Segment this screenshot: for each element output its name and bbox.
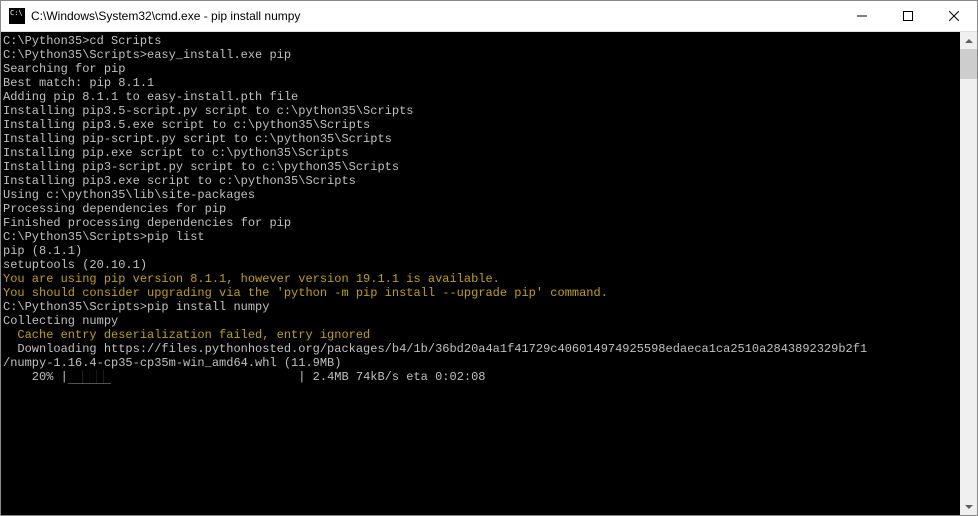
scroll-down-button[interactable] bbox=[960, 498, 977, 515]
scrollbar-track[interactable] bbox=[960, 49, 977, 498]
output-line: C:\Python35>cd Scripts bbox=[3, 34, 960, 48]
cmd-window: C:\Windows\System32\cmd.exe - pip instal… bbox=[0, 0, 978, 516]
output-line: Installing pip3.5.exe script to c:\pytho… bbox=[3, 118, 960, 132]
close-icon bbox=[949, 11, 959, 21]
maximize-icon bbox=[903, 11, 913, 21]
output-line: C:\Python35\Scripts>pip install numpy bbox=[3, 300, 960, 314]
progress-bar-fill: ██████ bbox=[68, 370, 111, 384]
output-line: Installing pip-script.py script to c:\py… bbox=[3, 132, 960, 146]
close-button[interactable] bbox=[931, 1, 977, 31]
output-warning: Cache entry deserialization failed, entr… bbox=[3, 328, 960, 342]
output-line: Finished processing dependencies for pip bbox=[3, 216, 960, 230]
progress-percent: 20% | bbox=[3, 370, 68, 384]
output-line: setuptools (20.10.1) bbox=[3, 258, 960, 272]
output-line: C:\Python35\Scripts>easy_install.exe pip bbox=[3, 48, 960, 62]
maximize-button[interactable] bbox=[885, 1, 931, 31]
progress-stats: | 2.4MB 74kB/s eta 0:02:08 bbox=[111, 370, 485, 384]
output-line: Installing pip.exe script to c:\python35… bbox=[3, 146, 960, 160]
chevron-up-icon bbox=[965, 39, 973, 43]
output-line: Installing pip3.exe script to c:\python3… bbox=[3, 174, 960, 188]
output-line: Installing pip3.5-script.py script to c:… bbox=[3, 104, 960, 118]
output-line: Collecting numpy bbox=[3, 314, 960, 328]
output-warning: You should consider upgrading via the 'p… bbox=[3, 286, 960, 300]
progress-line: 20% |██████ | 2.4MB 74kB/s eta 0:02:08 bbox=[3, 370, 960, 384]
output-line: Downloading https://files.pythonhosted.o… bbox=[3, 342, 960, 356]
scroll-up-button[interactable] bbox=[960, 32, 977, 49]
minimize-button[interactable] bbox=[839, 1, 885, 31]
output-line: Searching for pip bbox=[3, 62, 960, 76]
terminal-area: C:\Python35>cd ScriptsC:\Python35\Script… bbox=[1, 32, 977, 515]
output-line: /numpy-1.16.4-cp35-cp35m-win_amd64.whl (… bbox=[3, 356, 960, 370]
output-line: Adding pip 8.1.1 to easy-install.pth fil… bbox=[3, 90, 960, 104]
output-line: pip (8.1.1) bbox=[3, 244, 960, 258]
output-line: Using c:\python35\lib\site-packages bbox=[3, 188, 960, 202]
chevron-down-icon bbox=[965, 505, 973, 509]
output-line: C:\Python35\Scripts>pip list bbox=[3, 230, 960, 244]
output-line: Installing pip3-script.py script to c:\p… bbox=[3, 160, 960, 174]
minimize-icon bbox=[857, 11, 867, 21]
titlebar[interactable]: C:\Windows\System32\cmd.exe - pip instal… bbox=[1, 1, 977, 32]
terminal-output[interactable]: C:\Python35>cd ScriptsC:\Python35\Script… bbox=[1, 32, 960, 515]
window-title: C:\Windows\System32\cmd.exe - pip instal… bbox=[31, 9, 839, 23]
cmd-icon bbox=[9, 8, 25, 24]
window-controls bbox=[839, 1, 977, 31]
vertical-scrollbar[interactable] bbox=[960, 32, 977, 515]
output-line: Processing dependencies for pip bbox=[3, 202, 960, 216]
output-warning: You are using pip version 8.1.1, however… bbox=[3, 272, 960, 286]
output-line: Best match: pip 8.1.1 bbox=[3, 76, 960, 90]
scrollbar-thumb[interactable] bbox=[960, 49, 977, 79]
